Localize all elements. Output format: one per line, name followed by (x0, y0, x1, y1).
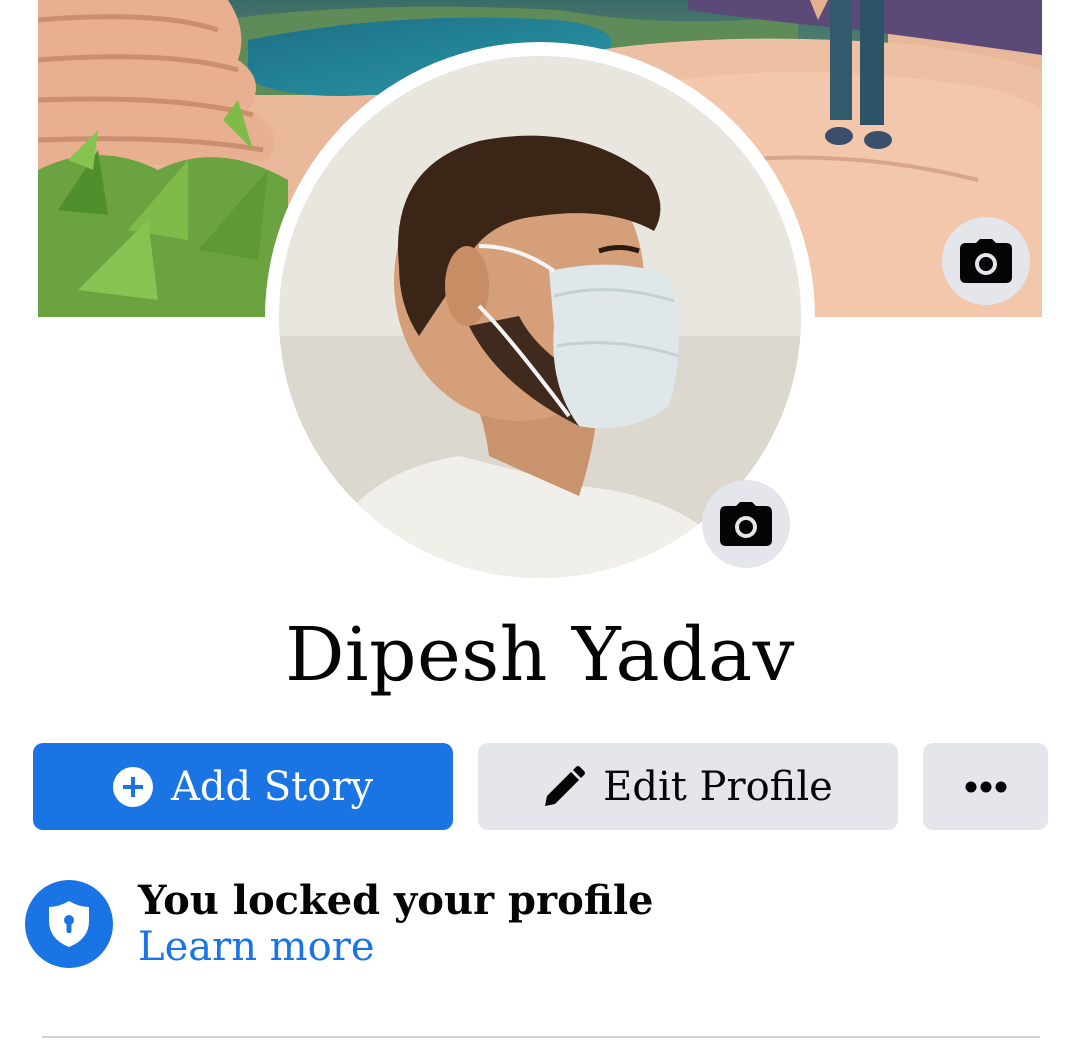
camera-icon (960, 239, 1012, 283)
edit-profile-button[interactable]: Edit Profile (478, 743, 898, 830)
more-options-button[interactable] (923, 743, 1048, 830)
profile-picture-camera-button[interactable] (702, 480, 790, 568)
pencil-icon (543, 765, 586, 808)
locked-profile-badge (25, 880, 113, 968)
shield-keyhole-icon (49, 901, 89, 947)
add-story-label: Add Story (170, 763, 374, 810)
camera-icon (720, 502, 772, 546)
cover-photo-camera-button[interactable] (942, 217, 1030, 305)
add-story-button[interactable]: Add Story (33, 743, 453, 830)
learn-more-link[interactable]: Learn more (138, 924, 374, 970)
profile-page: Dipesh Yadav Add Story Edit Profile You … (0, 0, 1080, 1042)
edit-profile-label: Edit Profile (603, 763, 833, 810)
plus-circle-icon (112, 766, 153, 807)
section-divider (42, 1036, 1040, 1038)
profile-name: Dipesh Yadav (285, 612, 795, 698)
locked-profile-title: You locked your profile (138, 877, 654, 924)
more-dots-icon (965, 781, 1006, 792)
